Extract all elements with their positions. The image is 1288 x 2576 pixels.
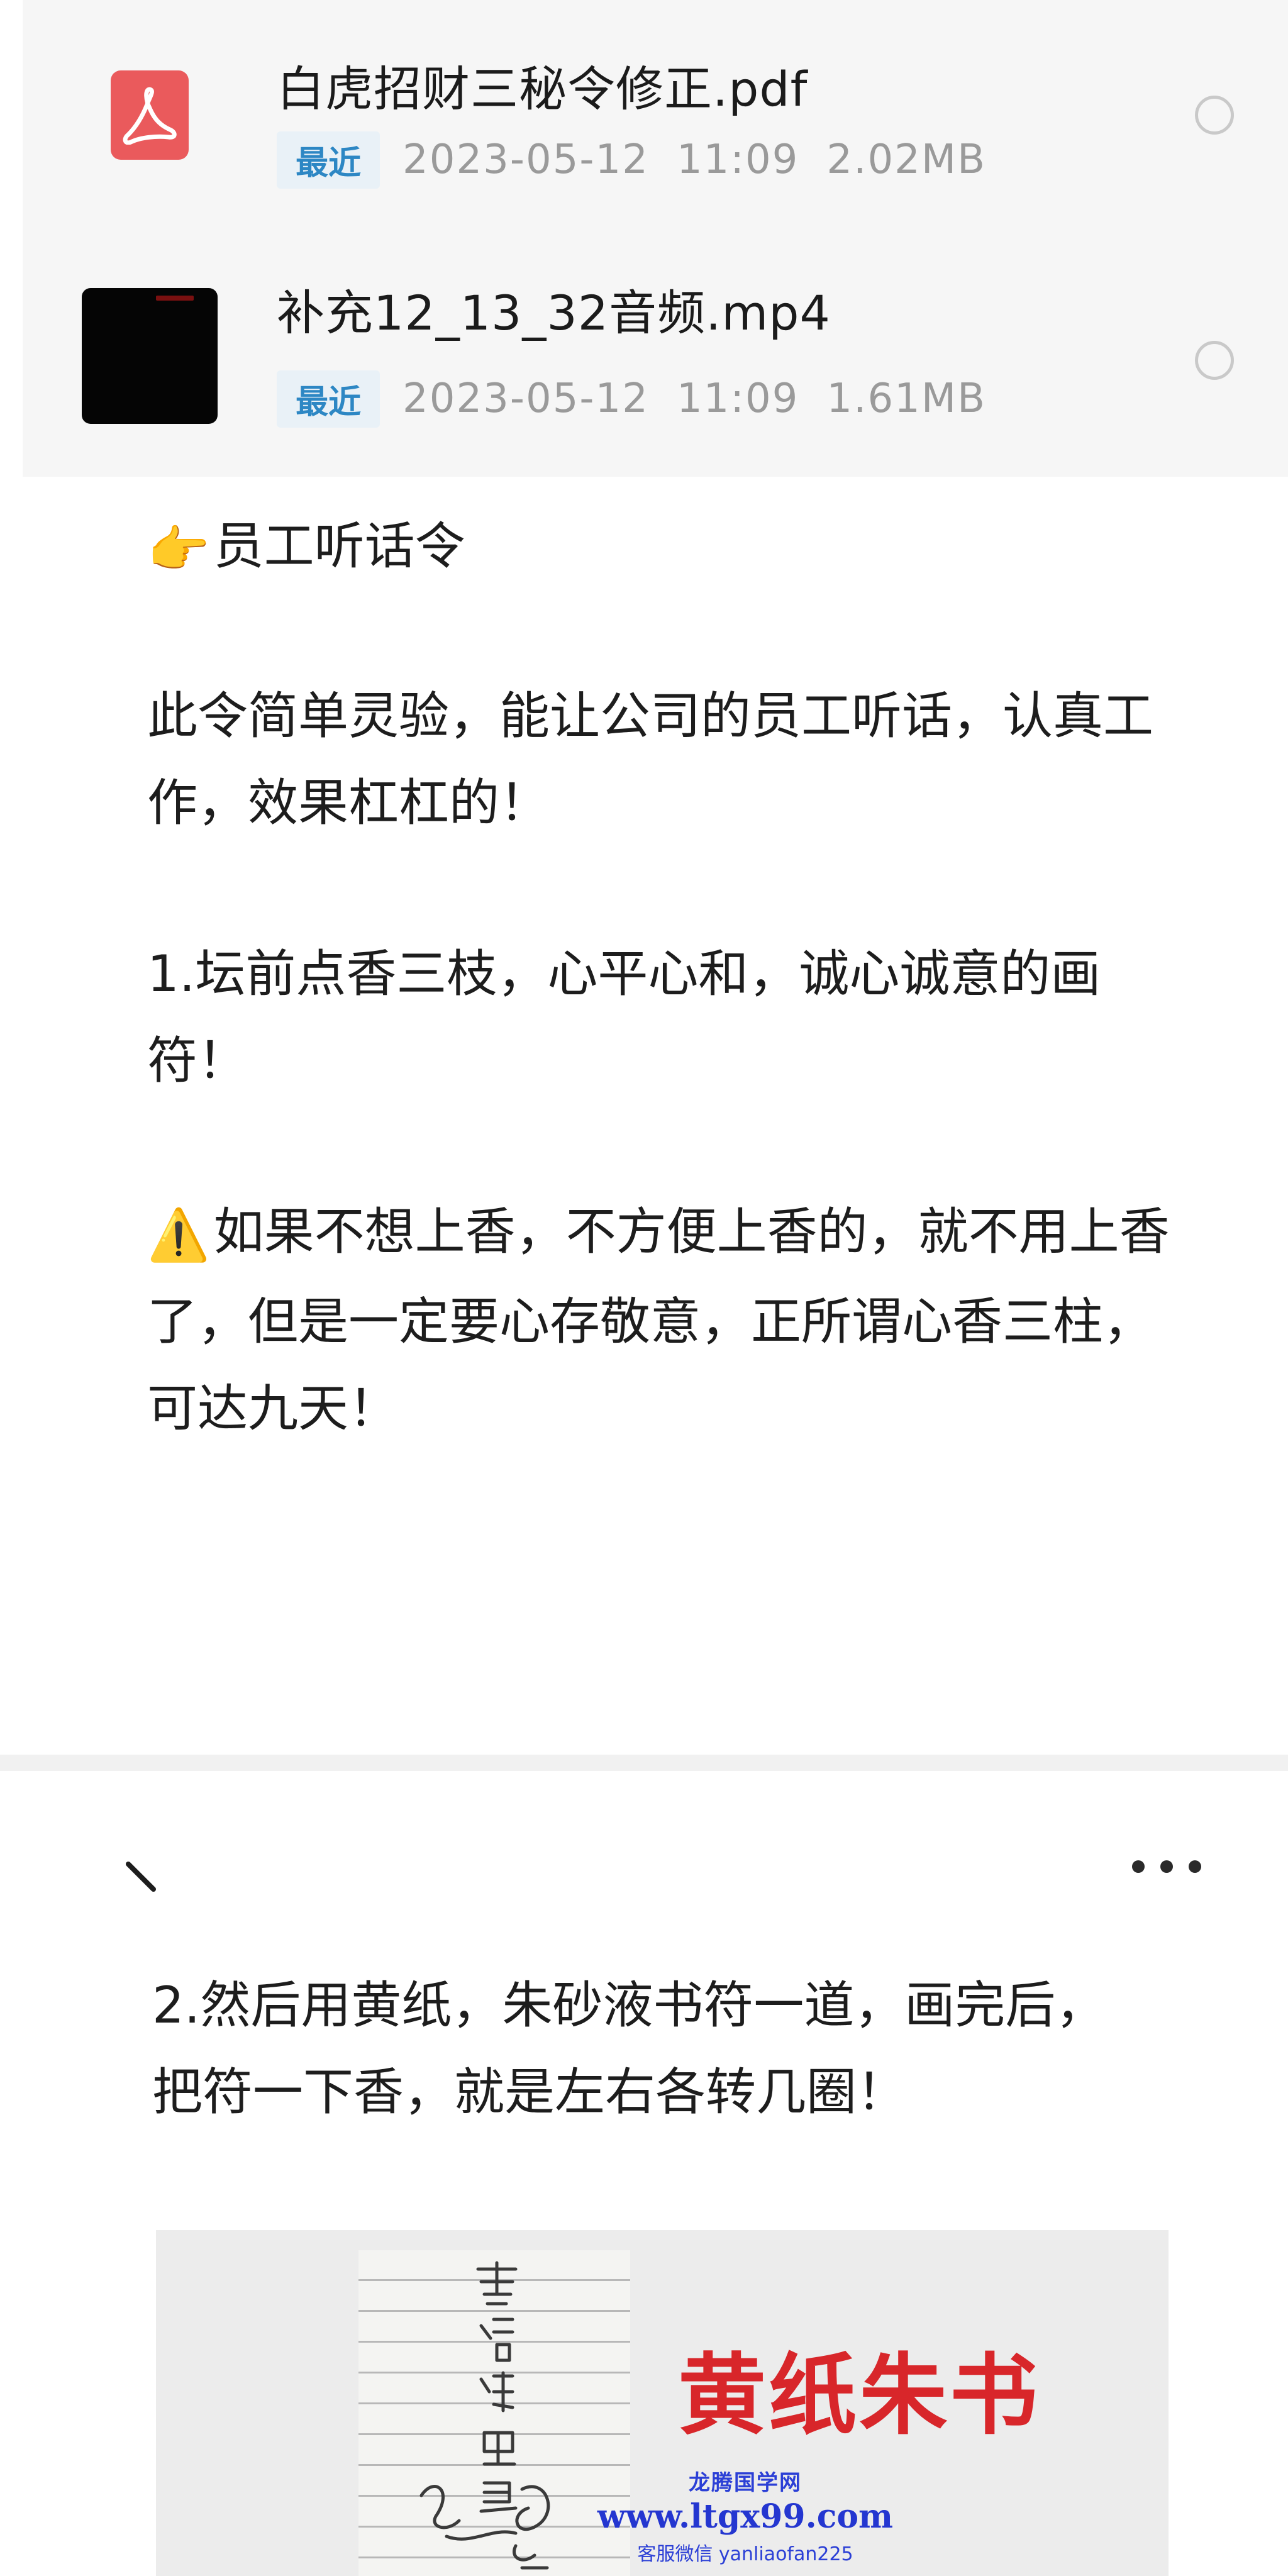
select-radio[interactable] bbox=[1195, 341, 1234, 380]
file-meta: 最近 2023-05-12 11:09 1.61MB bbox=[277, 370, 987, 428]
pointing-hand-icon: 👉 bbox=[147, 520, 210, 579]
pdf-icon bbox=[111, 70, 189, 160]
file-date: 2023-05-12 bbox=[402, 375, 649, 422]
step2-paragraph: 2.然后用黄纸，朱砂液书符一道，画完后，把符一下香，就是左右各转几圈！ bbox=[152, 1976, 1106, 2121]
article-heading: 👉员工听话令 bbox=[147, 503, 465, 593]
select-radio[interactable] bbox=[1195, 96, 1234, 135]
file-name[interactable]: 补充12_13_32音频.mp4 bbox=[277, 274, 831, 343]
back-button[interactable] bbox=[123, 1855, 161, 1893]
file-item-pdf[interactable]: 白虎招财三秘令修正.pdf 最近 2023-05-12 11:09 2.02MB bbox=[23, 0, 1288, 239]
intro-paragraph: 此令简单灵验，能让公司的员工听话，认真工作，效果杠杠的！ bbox=[147, 687, 1153, 832]
file-item-mp4[interactable]: 补充12_13_32音频.mp4 最近 2023-05-12 11:09 1.6… bbox=[23, 239, 1288, 478]
file-list: 白虎招财三秘令修正.pdf 最近 2023-05-12 11:09 2.02MB… bbox=[23, 0, 1288, 477]
screenshot-divider bbox=[0, 1755, 1288, 1771]
recent-badge: 最近 bbox=[277, 370, 380, 428]
warning-icon: ⚠️ bbox=[147, 1206, 210, 1265]
site-watermark: 龙腾国学网 www.ltgx99.com 客服微信 yanliaofan225 bbox=[497, 2465, 1063, 2566]
file-size: 2.02MB bbox=[826, 136, 987, 183]
dot-icon bbox=[1160, 1860, 1173, 1873]
warning-paragraph: ⚠️如果不想上香，不方便上香的，就不用上香了，但是一定要心存敬意，正所谓心香三柱… bbox=[147, 1189, 1179, 1452]
file-meta: 最近 2023-05-12 11:09 2.02MB bbox=[277, 131, 987, 189]
image-title: 黄纸朱书 bbox=[678, 2345, 1041, 2447]
video-thumbnail bbox=[82, 288, 218, 424]
heading-text: 员工听话令 bbox=[213, 517, 465, 575]
watermark-name: 龙腾国学网 bbox=[689, 2470, 802, 2496]
more-options-button[interactable] bbox=[1132, 1853, 1201, 1880]
pdf-acrobat-glyph bbox=[123, 87, 177, 145]
watermark-contact: 客服微信 yanliaofan225 bbox=[637, 2543, 853, 2565]
file-time: 11:09 bbox=[676, 136, 799, 183]
warning-text: 如果不想上香，不方便上香的，就不用上香了，但是一定要心存敬意，正所谓心香三柱，可… bbox=[147, 1202, 1170, 1438]
file-name[interactable]: 白虎招财三秘令修正.pdf bbox=[277, 50, 808, 119]
file-time: 11:09 bbox=[676, 375, 799, 422]
back-arrow-icon bbox=[126, 1862, 156, 1892]
step1-paragraph: 1.坛前点香三枝，心平心和，诚心诚意的画符！ bbox=[147, 945, 1101, 1090]
recording-indicator-icon bbox=[156, 296, 194, 301]
dot-icon bbox=[1132, 1860, 1145, 1873]
watermark-url: www.ltgx99.com bbox=[597, 2497, 894, 2536]
recent-badge: 最近 bbox=[277, 131, 380, 189]
file-size: 1.61MB bbox=[826, 375, 987, 422]
file-date: 2023-05-12 bbox=[402, 136, 649, 183]
dot-icon bbox=[1189, 1860, 1201, 1873]
